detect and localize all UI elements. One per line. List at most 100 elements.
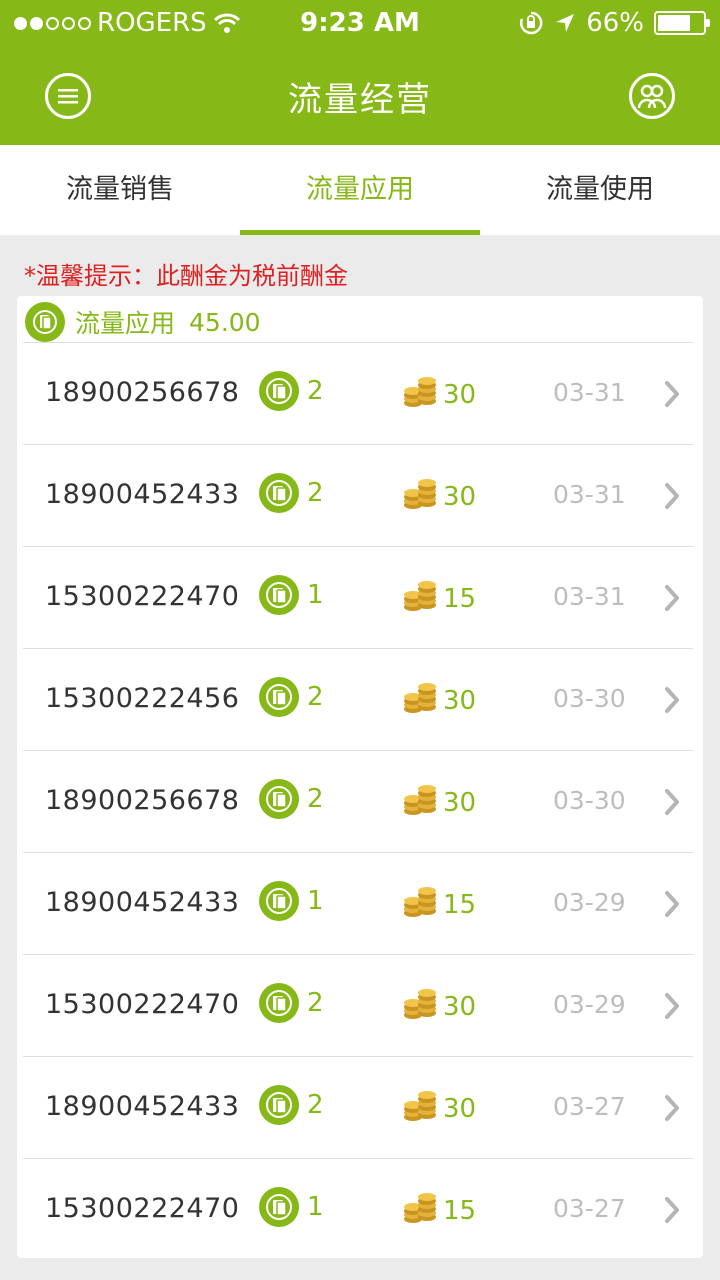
tab-traffic-usage[interactable]: 流量使用 [480,145,720,235]
app-count: 1 [259,1187,324,1227]
app-count: 2 [259,371,324,411]
record-phone: 18900256678 [45,377,240,408]
app-cards-icon [259,1187,299,1227]
record-date: 03-31 [553,480,626,509]
app-count: 2 [259,1085,324,1125]
records-card: 流量应用 45.00 18900256678 2 30 03-31 1890045243… [17,296,703,1258]
app-cards-icon [259,677,299,717]
record-date: 03-27 [553,1194,626,1223]
app-count: 2 [259,983,324,1023]
coins-value: 15 [443,583,477,614]
chevron-right-icon[interactable] [659,787,685,817]
app-cards-icon [259,473,299,513]
record-row[interactable]: 18900452433 2 30 03-27 [23,1056,693,1158]
battery-percent: 66% [586,8,644,38]
app-cards-icon [259,983,299,1023]
record-date: 03-30 [553,786,626,815]
record-row[interactable]: 15300222470 1 15 03-31 [23,546,693,648]
coins-icon [401,881,441,928]
app-count-value: 1 [307,886,324,916]
app-count-value: 1 [307,580,324,610]
tax-tip: *温馨提示：此酬金为税前酬金 [24,262,348,290]
coins-value: 30 [443,379,477,410]
chevron-right-icon[interactable] [659,481,685,511]
chevron-right-icon[interactable] [659,889,685,919]
app-count: 1 [259,575,324,615]
chevron-right-icon[interactable] [659,1195,685,1225]
record-date: 03-31 [553,582,626,611]
status-bar: ROGERS 9:23 AM 66% [0,0,720,48]
page-title: 流量经营 [288,80,432,120]
record-date: 03-30 [553,684,626,713]
coins-value: 30 [443,991,477,1022]
record-phone: 18900256678 [45,785,240,816]
record-phone: 15300222456 [45,683,240,714]
reward-coins: 30 [401,677,476,724]
app-count: 2 [259,473,324,513]
record-phone: 15300222470 [45,581,240,612]
app-cards-icon [259,371,299,411]
record-row[interactable]: 15300222470 2 30 03-29 [23,954,693,1056]
app-count-value: 1 [307,1192,324,1222]
coins-value: 30 [443,481,477,512]
coins-value: 30 [443,1093,477,1124]
reward-coins: 30 [401,983,476,1030]
reward-coins: 15 [401,1187,476,1234]
coins-icon [401,1085,441,1132]
reward-coins: 15 [401,881,476,928]
app-cards-icon [25,302,65,342]
summary-header: 流量应用 45.00 [25,302,261,342]
chevron-right-icon[interactable] [659,991,685,1021]
record-phone: 18900452433 [45,1091,240,1122]
record-date: 03-29 [553,990,626,1019]
coins-value: 15 [443,889,477,920]
chevron-right-icon[interactable] [659,583,685,613]
app-count: 2 [259,677,324,717]
record-phone: 15300222470 [45,1193,240,1224]
record-row[interactable]: 18900256678 2 30 03-31 [23,342,693,444]
reward-coins: 30 [401,779,476,826]
reward-coins: 30 [401,473,476,520]
chevron-right-icon[interactable] [659,1093,685,1123]
record-row[interactable]: 18900452433 1 15 03-29 [23,852,693,954]
coins-value: 15 [443,1195,477,1226]
record-row[interactable]: 15300222470 1 15 03-27 [23,1158,693,1260]
record-phone: 18900452433 [45,887,240,918]
coins-icon [401,677,441,724]
coins-value: 30 [443,787,477,818]
app-cards-icon [259,881,299,921]
reward-coins: 15 [401,575,476,622]
app-header: ROGERS 9:23 AM 66% 流量经营 [0,0,720,145]
app-cards-icon [259,779,299,819]
coins-value: 30 [443,685,477,716]
app-count-value: 2 [307,682,324,712]
reward-coins: 30 [401,1085,476,1132]
tab-bar: 流量销售 流量应用 流量使用 [0,145,720,235]
record-row[interactable]: 18900452433 2 30 03-31 [23,444,693,546]
app-count-value: 2 [307,478,324,508]
tab-traffic-apps[interactable]: 流量应用 [240,145,480,235]
summary-label: 流量应用 [75,309,176,338]
reward-coins: 30 [401,371,476,418]
record-row[interactable]: 18900256678 2 30 03-30 [23,750,693,852]
users-icon [637,84,667,109]
chevron-right-icon[interactable] [659,685,685,715]
status-right: 66% [518,8,710,38]
app-count-value: 2 [307,1090,324,1120]
coins-icon [401,1187,441,1234]
record-row[interactable]: 15300222456 2 30 03-30 [23,648,693,750]
record-date: 03-31 [553,378,626,407]
record-phone: 15300222470 [45,989,240,1020]
app-count-value: 2 [307,784,324,814]
coins-icon [401,371,441,418]
record-date: 03-27 [553,1092,626,1121]
coins-icon [401,983,441,1030]
coins-icon [401,779,441,826]
app-count-value: 2 [307,376,324,406]
app-cards-icon [259,575,299,615]
coins-icon [401,575,441,622]
chevron-right-icon[interactable] [659,379,685,409]
users-button[interactable] [629,73,675,119]
record-date: 03-29 [553,888,626,917]
tab-traffic-sales[interactable]: 流量销售 [0,145,240,235]
